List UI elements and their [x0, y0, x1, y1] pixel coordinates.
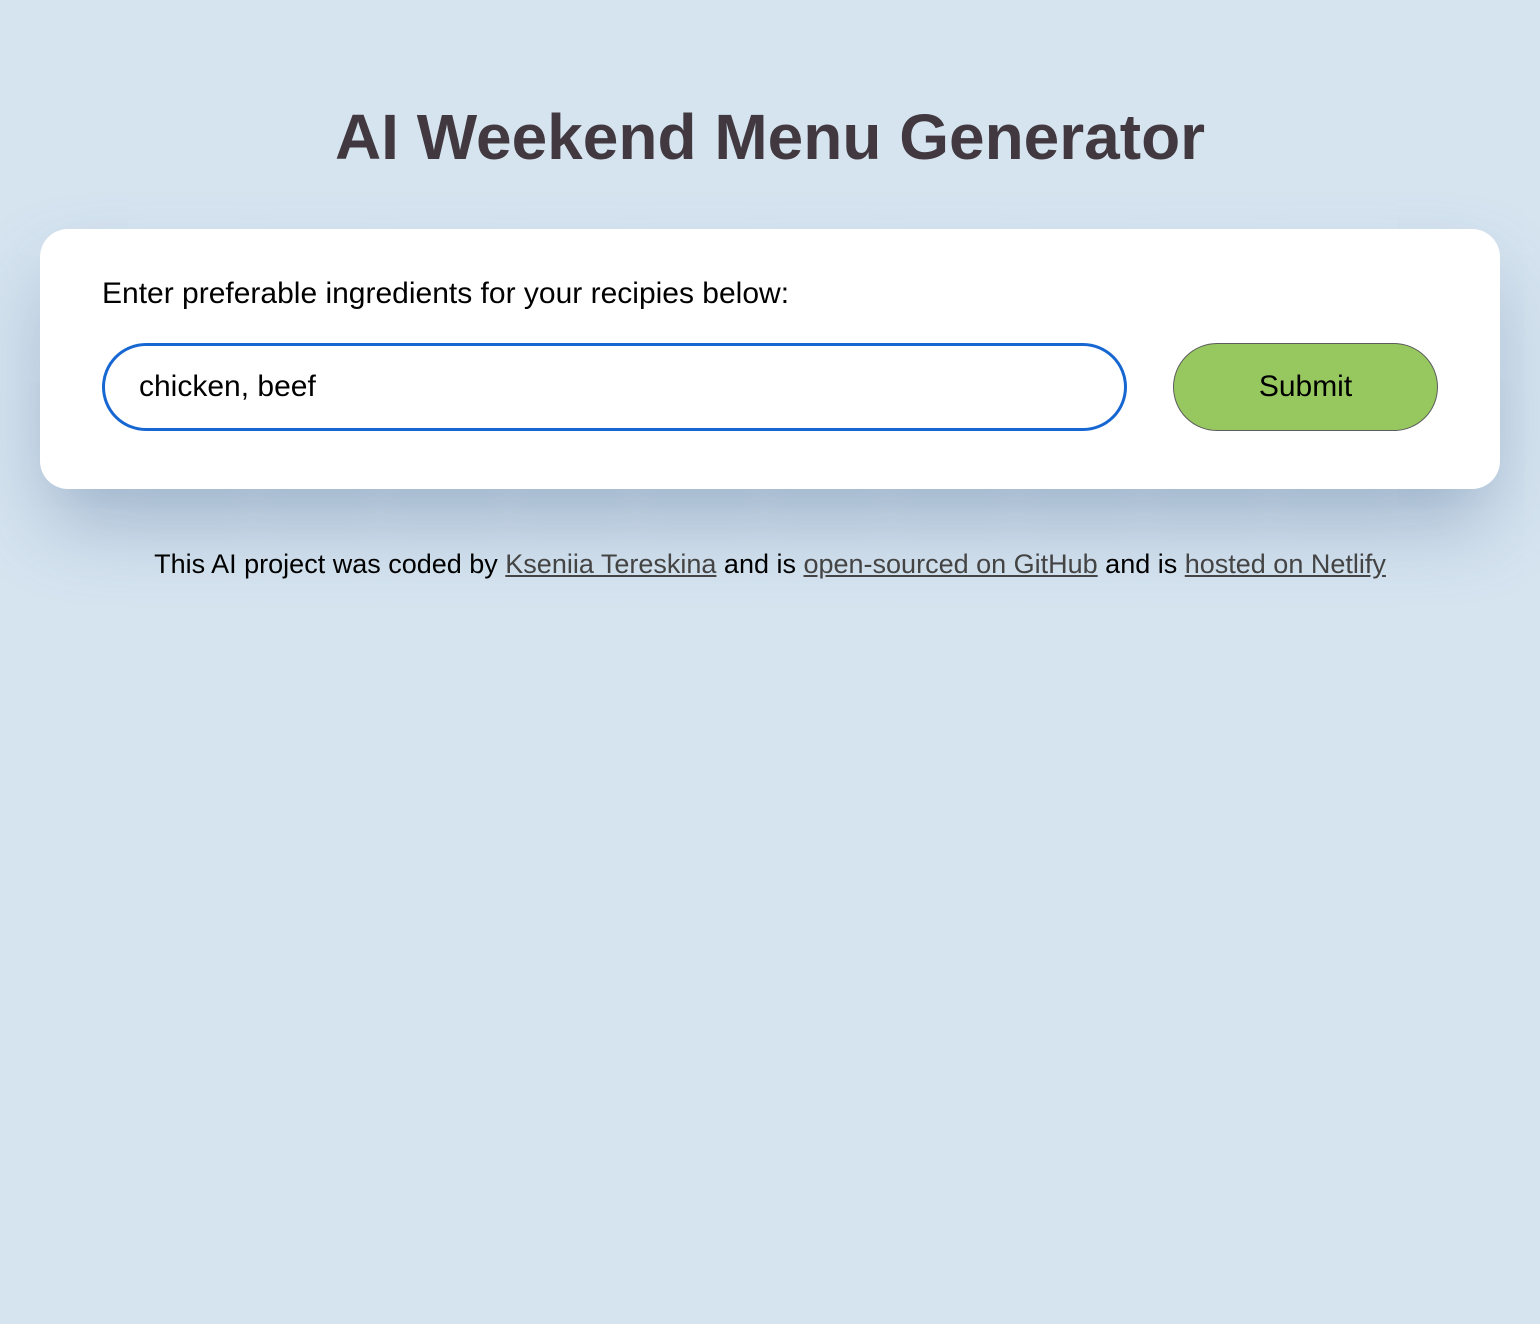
submit-button[interactable]: Submit — [1173, 343, 1438, 431]
ingredients-label: Enter preferable ingredients for your re… — [102, 277, 1438, 311]
footer-mid1: and is — [716, 549, 803, 579]
github-link[interactable]: open-sourced on GitHub — [803, 549, 1097, 579]
netlify-link[interactable]: hosted on Netlify — [1185, 549, 1386, 579]
footer: This AI project was coded by Kseniia Ter… — [40, 549, 1500, 620]
footer-prefix: This AI project was coded by — [154, 549, 505, 579]
input-card: Enter preferable ingredients for your re… — [40, 229, 1500, 489]
author-link[interactable]: Kseniia Tereskina — [505, 549, 716, 579]
form-row: Submit — [102, 343, 1438, 431]
page-title: AI Weekend Menu Generator — [40, 0, 1500, 229]
footer-mid2: and is — [1098, 549, 1185, 579]
ingredients-input[interactable] — [102, 343, 1127, 431]
